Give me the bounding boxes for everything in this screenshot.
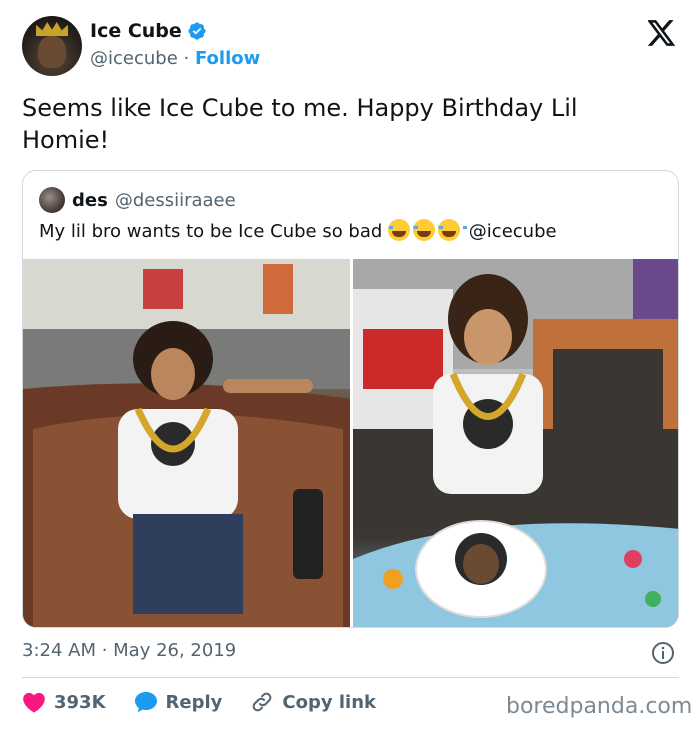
tears-of-joy-emoji-icon xyxy=(388,219,418,241)
tears-of-joy-emoji-icon xyxy=(438,219,468,241)
tweet-text: Seems like Ice Cube to me. Happy Birthda… xyxy=(22,94,578,154)
tweet-card: Ice Cube @icecube · Follow Seems like Ic… xyxy=(0,0,700,730)
author-avatar[interactable] xyxy=(22,16,82,76)
photo-boy-in-ride-scene xyxy=(23,259,350,627)
quoted-tweet[interactable]: des @dessiiraaee My lil bro wants to be … xyxy=(22,170,679,628)
watermark: boredpanda.com xyxy=(506,694,693,719)
quoted-text-row: My lil bro wants to be Ice Cube so bad @… xyxy=(39,219,557,242)
quoted-header: des @dessiiraaee xyxy=(39,187,236,213)
info-icon[interactable] xyxy=(651,641,675,665)
like-button[interactable]: 393K xyxy=(22,691,106,713)
quoted-name[interactable]: des xyxy=(72,190,108,211)
author-name[interactable]: Ice Cube xyxy=(90,20,182,42)
photo-boy-in-ride[interactable] xyxy=(23,259,350,627)
crown-icon xyxy=(36,22,68,36)
photo-boy-with-cake-scene xyxy=(353,259,678,627)
reply-button[interactable]: Reply xyxy=(134,691,223,713)
quoted-avatar[interactable] xyxy=(39,187,65,213)
avatar-face xyxy=(38,36,66,68)
author-name-row: Ice Cube xyxy=(90,20,207,42)
tweet-timestamp[interactable]: 3:24 AM · May 26, 2019 xyxy=(22,640,236,661)
author-handle-row: @icecube · Follow xyxy=(90,48,260,69)
link-icon xyxy=(253,692,272,712)
action-bar: 393K Reply Copy link xyxy=(22,690,404,714)
photo-boy-with-cake[interactable] xyxy=(353,259,678,627)
heart-icon xyxy=(23,692,45,713)
tears-of-joy-emoji-icon xyxy=(413,219,443,241)
quoted-mention[interactable]: @icecube xyxy=(469,221,557,242)
copy-link-label: Copy link xyxy=(282,691,376,713)
author-handle[interactable]: @icecube xyxy=(90,48,178,69)
quoted-handle[interactable]: @dessiiraaee xyxy=(115,190,236,211)
divider xyxy=(22,677,679,678)
copy-link-button[interactable]: Copy link xyxy=(250,690,376,714)
separator-dot: · xyxy=(183,48,190,69)
reply-bubble-icon xyxy=(134,692,157,713)
follow-button[interactable]: Follow xyxy=(195,48,260,69)
reply-label: Reply xyxy=(165,691,223,713)
x-logo-icon[interactable] xyxy=(648,20,676,46)
quoted-text: My lil bro wants to be Ice Cube so bad xyxy=(39,221,383,242)
like-count: 393K xyxy=(54,691,106,713)
verified-badge-icon xyxy=(188,22,206,40)
